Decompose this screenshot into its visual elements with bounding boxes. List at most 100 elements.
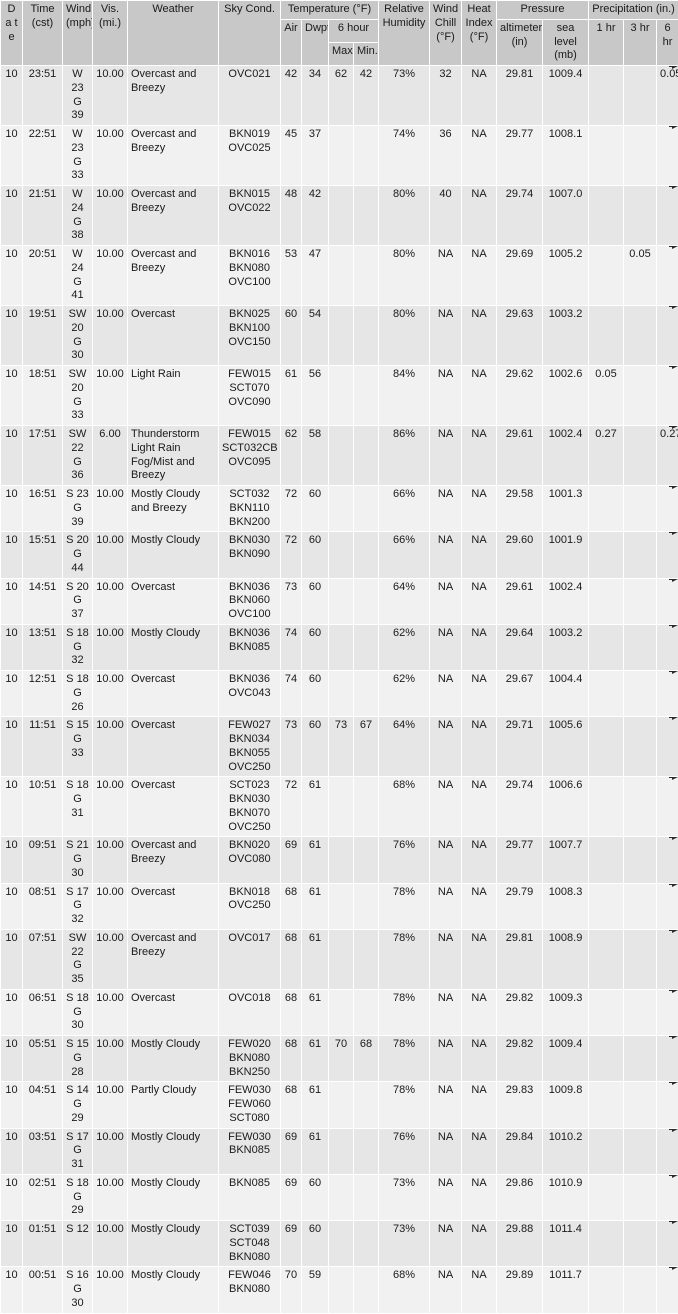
cell-alt: 29.67 <box>497 671 543 717</box>
cell-rh: 73% <box>379 1174 430 1220</box>
cell-wind: S 18 G 31 <box>63 777 93 837</box>
cell-p6 <box>657 929 678 989</box>
cell-max <box>329 366 354 426</box>
cell-max <box>329 246 354 306</box>
cell-wind: SW 22 G 36 <box>63 426 93 486</box>
column-header-wind-chill[interactable]: Wind Chill (°F) <box>430 1 462 66</box>
row-marker-icon <box>672 1036 678 1040</box>
cell-max <box>329 989 354 1035</box>
cell-sky: BKN036 BKN085 <box>219 624 281 670</box>
cell-p3 <box>624 1267 657 1313</box>
cell-time: 20:51 <box>23 246 63 306</box>
cell-air: 69 <box>281 1174 302 1220</box>
cell-slp: 1004.4 <box>543 671 589 717</box>
column-header-heat-index[interactable]: Heat Index (°F) <box>462 1 497 66</box>
cell-wind: W 24 G 41 <box>63 246 93 306</box>
cell-wc: NA <box>430 1267 462 1313</box>
column-header-six-hour-min[interactable]: Min. <box>354 42 379 65</box>
column-header-precip-6hr[interactable]: 6 hr <box>657 19 678 65</box>
row-marker-icon <box>672 306 678 310</box>
cell-weather: Thunderstorm Light Rain Fog/Mist and Bre… <box>128 426 219 486</box>
table-body: 1023:51W 23 G 3910.00Overcast and Breezy… <box>1 66 678 1314</box>
cell-p1: 0.27 <box>589 426 624 486</box>
column-group-header-pressure: Pressure <box>497 1 589 20</box>
cell-max <box>329 1082 354 1128</box>
cell-p3 <box>624 366 657 426</box>
row-marker-icon <box>672 989 678 993</box>
cell-p3 <box>624 1128 657 1174</box>
cell-weather: Mostly Cloudy <box>128 532 219 578</box>
cell-weather: Overcast <box>128 883 219 929</box>
cell-sky: OVC017 <box>219 929 281 989</box>
cell-max <box>329 929 354 989</box>
cell-wind: W 24 G 38 <box>63 186 93 246</box>
cell-p1 <box>589 126 624 186</box>
cell-time: 23:51 <box>23 66 63 126</box>
column-header-dewpoint[interactable]: Dwpt <box>302 19 329 65</box>
cell-sky: OVC018 <box>219 989 281 1035</box>
cell-p1 <box>589 1082 624 1128</box>
row-marker-icon <box>672 1082 678 1086</box>
cell-p6 <box>657 246 678 306</box>
cell-air: 48 <box>281 186 302 246</box>
table-row: 1010:51S 18 G 3110.00OvercastSCT023 BKN0… <box>1 777 678 837</box>
cell-wc: NA <box>430 777 462 837</box>
cell-sky: SCT023 BKN030 BKN070 OVC250 <box>219 777 281 837</box>
cell-wc: NA <box>430 624 462 670</box>
cell-dwpt: 60 <box>302 1174 329 1220</box>
cell-date: 10 <box>1 883 23 929</box>
cell-slp: 1010.9 <box>543 1174 589 1220</box>
cell-wind: S 20 G 37 <box>63 578 93 624</box>
row-marker-icon <box>672 426 678 430</box>
column-header-precip-3hr[interactable]: 3 hr <box>624 19 657 65</box>
row-marker-icon <box>672 671 678 675</box>
cell-rh: 64% <box>379 717 430 777</box>
column-header-visibility[interactable]: Vis. (mi.) <box>93 1 128 66</box>
cell-slp: 1005.6 <box>543 717 589 777</box>
cell-hi: NA <box>462 1221 497 1267</box>
column-header-six-hour-max[interactable]: Max. <box>329 42 354 65</box>
cell-time: 15:51 <box>23 532 63 578</box>
column-header-sky-cond[interactable]: Sky Cond. <box>219 1 281 66</box>
cell-p1: 0.05 <box>589 366 624 426</box>
cell-min <box>354 366 379 426</box>
cell-slp: 1006.6 <box>543 777 589 837</box>
cell-p6 <box>657 1082 678 1128</box>
cell-time: 01:51 <box>23 1221 63 1267</box>
cell-p6 <box>657 578 678 624</box>
cell-wind: S 17 G 32 <box>63 883 93 929</box>
header-slp-line2: level <box>554 36 577 48</box>
cell-rh: 73% <box>379 1221 430 1267</box>
cell-sky: FEW030 FEW060 SCT080 <box>219 1082 281 1128</box>
column-header-altimeter[interactable]: altimeter (in) <box>497 19 543 65</box>
column-header-air-temp[interactable]: Air <box>281 19 302 65</box>
cell-alt: 29.74 <box>497 186 543 246</box>
row-marker-icon <box>672 1174 678 1178</box>
column-header-time[interactable]: Time (cst) <box>23 1 63 66</box>
cell-alt: 29.58 <box>497 486 543 532</box>
cell-wc: NA <box>430 1128 462 1174</box>
cell-air: 53 <box>281 246 302 306</box>
cell-wc: NA <box>430 671 462 717</box>
cell-weather: Overcast <box>128 989 219 1035</box>
cell-weather: Mostly Cloudy <box>128 1036 219 1082</box>
column-header-weather[interactable]: Weather <box>128 1 219 66</box>
cell-max <box>329 1128 354 1174</box>
cell-sky: BKN020 OVC080 <box>219 837 281 883</box>
cell-vis: 10.00 <box>93 624 128 670</box>
column-header-precip-1hr[interactable]: 1 hr <box>589 19 624 65</box>
cell-slp: 1009.4 <box>543 1036 589 1082</box>
cell-dwpt: 58 <box>302 426 329 486</box>
column-header-sea-level[interactable]: sea level (mb) <box>543 19 589 65</box>
cell-air: 72 <box>281 486 302 532</box>
cell-sky: BKN030 BKN090 <box>219 532 281 578</box>
column-header-wind[interactable]: Wind (mph) <box>63 1 93 66</box>
cell-wind: S 17 G 31 <box>63 1128 93 1174</box>
cell-p1 <box>589 486 624 532</box>
cell-min <box>354 126 379 186</box>
cell-hi: NA <box>462 717 497 777</box>
column-header-relative-humidity[interactable]: Relative Humidity <box>379 1 430 66</box>
column-header-date[interactable]: D a t e <box>1 1 23 66</box>
cell-p1 <box>589 989 624 1035</box>
cell-wind: S 21 G 30 <box>63 837 93 883</box>
